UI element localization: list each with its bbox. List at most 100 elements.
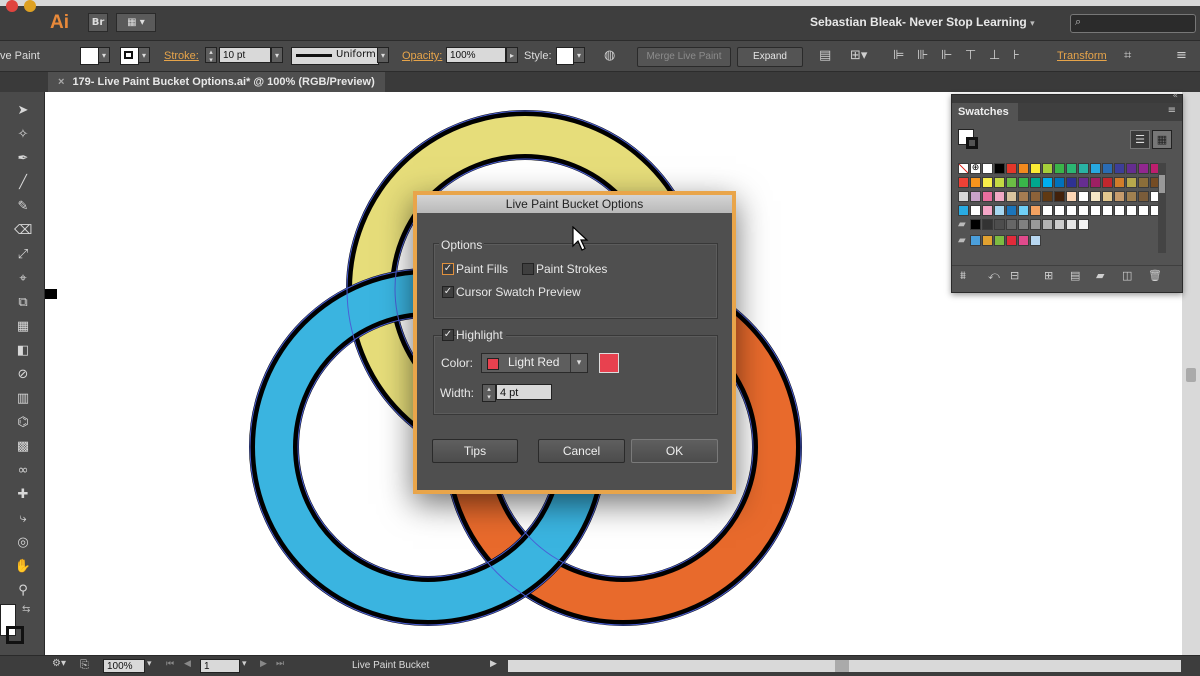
color-swatch[interactable]	[1102, 191, 1113, 202]
symbol-sprayer-tool-icon[interactable]: ∞	[14, 462, 32, 480]
color-swatch[interactable]	[1054, 205, 1065, 216]
share-icon[interactable]: ⎘	[80, 658, 89, 672]
color-swatch[interactable]	[1066, 219, 1077, 230]
vertical-scroll-thumb[interactable]	[1186, 368, 1196, 382]
highlight-checkbox[interactable]: ✓	[442, 329, 454, 341]
color-swatch[interactable]	[982, 219, 993, 230]
ok-button[interactable]: OK	[631, 439, 718, 463]
cursor-swatch-preview-checkbox[interactable]: ✓	[442, 286, 454, 298]
color-swatch[interactable]	[958, 205, 969, 216]
eyedropper-tool-icon[interactable]: ⊘	[14, 366, 32, 384]
tips-button[interactable]: Tips	[432, 439, 518, 463]
graphic-style-dropdown[interactable]: ▾	[573, 47, 585, 63]
fill-swatch[interactable]	[80, 47, 99, 65]
close-tab-icon[interactable]: ×	[58, 76, 64, 88]
color-swatch[interactable]	[1138, 205, 1149, 216]
color-swatch[interactable]	[994, 219, 1005, 230]
transform-link[interactable]: Transform	[1057, 50, 1107, 62]
color-swatch[interactable]	[1018, 219, 1029, 230]
merge-live-paint-button[interactable]: Merge Live Paint	[637, 47, 731, 67]
variable-width-profile[interactable]: Uniform	[291, 47, 379, 65]
zoom-dropdown-icon[interactable]: ▾	[147, 659, 152, 669]
color-group-folder-icon[interactable]: ▰	[958, 219, 969, 230]
align-middle-icon[interactable]: ⊥	[989, 48, 1000, 63]
color-swatch[interactable]	[1090, 163, 1101, 174]
status-menu-icon[interactable]: ▶	[490, 659, 497, 669]
color-swatch[interactable]	[970, 177, 981, 188]
color-swatch[interactable]	[1138, 191, 1149, 202]
color-swatch[interactable]	[1018, 235, 1029, 246]
color-swatch[interactable]	[1090, 191, 1101, 202]
color-swatch[interactable]	[1042, 219, 1053, 230]
fill-dropdown[interactable]: ▾	[98, 47, 110, 63]
color-swatch[interactable]	[1054, 191, 1065, 202]
slice-tool-icon[interactable]: ▩	[14, 438, 32, 456]
color-swatch[interactable]	[1006, 163, 1017, 174]
swap-colors-icon[interactable]: ⇆	[22, 604, 30, 615]
color-swatch[interactable]	[1030, 191, 1041, 202]
artboard-number-field[interactable]: 1	[200, 659, 240, 673]
custom-color-swatch[interactable]	[599, 353, 619, 373]
color-swatch[interactable]	[1114, 205, 1125, 216]
align-to-icon[interactable]: ⊞▾	[850, 48, 867, 63]
artboard-navigation-icon[interactable]: ⚙▾	[52, 658, 66, 669]
color-swatch[interactable]	[970, 219, 981, 230]
line-tool-icon[interactable]: ╱	[14, 174, 32, 192]
isolate-group-icon[interactable]: ⌗	[1124, 48, 1131, 63]
highlight-label[interactable]: Highlight	[456, 328, 506, 342]
blend-tool-icon[interactable]: ⤷	[14, 510, 32, 528]
none-swatch[interactable]	[958, 163, 969, 174]
panel-header[interactable]: «	[952, 91, 1182, 103]
color-swatch[interactable]	[1102, 205, 1113, 216]
color-swatch[interactable]	[1018, 163, 1029, 174]
color-swatch[interactable]	[982, 163, 993, 174]
color-swatch[interactable]	[1102, 177, 1113, 188]
align-right-icon[interactable]: ⊩	[941, 48, 952, 63]
align-left-icon[interactable]: ⊫	[893, 48, 904, 63]
collapse-panel-icon[interactable]: «	[1172, 91, 1178, 101]
color-swatch[interactable]	[1018, 191, 1029, 202]
swatch-scrollbar[interactable]	[1158, 163, 1166, 253]
color-swatch[interactable]	[1006, 235, 1017, 246]
show-kinds-icon[interactable]: ⊟	[1010, 269, 1019, 282]
swatch-scroll-thumb[interactable]	[1159, 175, 1165, 193]
graphic-style-swatch[interactable]	[556, 47, 574, 65]
stroke-swatch[interactable]	[120, 47, 139, 65]
color-swatch[interactable]	[1006, 177, 1017, 188]
stroke-color-box[interactable]	[6, 626, 24, 644]
previous-artboard-icon[interactable]: ◀	[184, 659, 191, 669]
stroke-dropdown[interactable]: ▾	[138, 47, 150, 63]
color-swatch[interactable]	[982, 205, 993, 216]
horizontal-scrollbar[interactable]	[508, 660, 1181, 672]
magic-wand-tool-icon[interactable]: ✧	[14, 126, 32, 144]
live-paint-bucket-tool-icon[interactable]: ✚	[14, 486, 32, 504]
registration-swatch[interactable]: ⊕	[970, 163, 981, 174]
vertical-scrollbar[interactable]	[1182, 92, 1200, 655]
align-bottom-icon[interactable]: ⊦	[1013, 48, 1020, 63]
color-swatch[interactable]	[970, 191, 981, 202]
panel-menu-icon[interactable]: ≡	[1176, 48, 1187, 63]
color-swatch[interactable]	[1078, 191, 1089, 202]
color-swatch[interactable]	[994, 235, 1005, 246]
help-search-input[interactable]: ⌕	[1070, 14, 1196, 33]
color-swatch[interactable]	[1054, 219, 1065, 230]
stroke-weight-dropdown[interactable]: ▾	[271, 47, 283, 63]
swatch-libraries-icon[interactable]: ⩩	[960, 269, 966, 283]
new-color-group-icon[interactable]: ▰	[1096, 269, 1104, 282]
stroke-label[interactable]: Stroke:	[164, 50, 199, 62]
width-field[interactable]: 4 pt	[496, 384, 552, 400]
perspective-tool-icon[interactable]: ▦	[14, 318, 32, 336]
pen-tool-icon[interactable]: ✒	[14, 150, 32, 168]
color-swatch[interactable]	[994, 163, 1005, 174]
shape-builder-tool-icon[interactable]: ⧉	[14, 294, 32, 312]
pencil-tool-icon[interactable]: ✎	[14, 198, 32, 216]
recolor-artwork-icon[interactable]: ◍	[604, 48, 615, 63]
color-swatch[interactable]	[982, 177, 993, 188]
paint-fills-checkbox[interactable]: ✓	[442, 263, 454, 275]
place-swatch-icon[interactable]: ⤺	[988, 269, 1000, 283]
stroke-stepper[interactable]: ▴ ▾	[205, 47, 217, 64]
hand-tool-icon[interactable]: ✋	[14, 558, 32, 576]
color-swatch[interactable]	[1006, 205, 1017, 216]
mesh-tool-icon[interactable]: ◎	[14, 534, 32, 552]
horizontal-scroll-thumb[interactable]	[835, 660, 849, 672]
